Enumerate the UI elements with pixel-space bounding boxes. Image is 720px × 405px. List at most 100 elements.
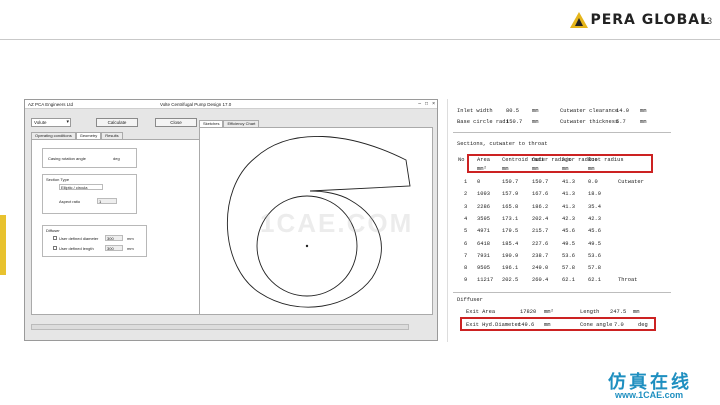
geometry-panel: Casing rotation angle deg Section Type E… [31,139,216,315]
aspect-ratio-input[interactable]: 1 [97,198,117,204]
table-cell: 41.3 [562,191,575,198]
table-cell: 227.6 [532,240,549,247]
exit-area-value: 17820 [520,309,537,315]
tab-geometry[interactable]: Geometry [75,132,102,139]
table-cell: 8 [464,265,468,272]
length-checkbox[interactable] [53,246,57,250]
diffuser-divider [453,292,671,293]
exit-highlight-box [460,317,656,331]
diffuser-title: Diffuser [457,297,483,303]
table-cell: 260.4 [532,277,549,284]
table-cell: 49.5 [588,240,601,247]
table-cell: Throat [618,277,638,284]
table-cell: 0.0 [588,179,598,185]
window-titlebar: AZ PCA Engineers Ltd Volte Centrifugal P… [25,100,437,109]
diameter-input[interactable]: 300 [105,235,123,241]
length-result-value: 247.5 [610,309,627,315]
cutwater-thickness-label: Cutwater thickness [560,119,619,125]
table-cell: 18.9 [588,191,601,198]
tab-results[interactable]: Results [101,132,123,139]
section-type-select[interactable]: Elliptic / circula [59,184,103,190]
maximize-icon[interactable]: □ [425,101,428,107]
cutwater-thickness-unit: mm [640,119,647,125]
table-cell: 238.7 [532,252,549,259]
table-cell: 202.4 [532,215,549,222]
diffuser-group: Diffuser User defined diameter 300 mm Us… [42,225,147,257]
calculate-button[interactable]: Calculate [96,118,138,127]
table-cell: 165.8 [502,203,519,210]
header-divider [0,39,720,40]
watermark-text: 1CAE.COM [260,208,414,238]
footer-url: www.1CAE.com [615,390,684,400]
table-cell: 167.6 [532,191,549,198]
table-cell: 7931 [477,252,490,259]
table-cell: 6418 [477,240,490,247]
cutwater-clearance-unit: mm [640,108,647,114]
table-cell: 49.5 [562,240,575,247]
cutwater-clearance-label: Cutwater clearance [560,108,619,114]
table-cell: 150.7 [532,179,549,185]
base-circle-unit: mm [532,119,539,125]
table-cell: 6 [464,240,468,247]
table-cell: 41.3 [562,203,575,210]
cutwater-angle-unit: deg [113,156,120,161]
table-cell: 41.3 [562,179,575,185]
length-input[interactable]: 300 [105,245,123,251]
table-cell: 3 [464,203,468,210]
diameter-checkbox[interactable] [53,236,57,240]
base-circle-value: 150.7 [506,119,523,125]
length-label: User defined length [59,246,94,251]
table-cell: 45.6 [588,228,601,235]
table-header-cell: No [458,157,465,163]
app-window: AZ PCA Engineers Ltd Volte Centrifugal P… [24,99,438,341]
table-cell: 3595 [477,215,490,222]
module-dropdown[interactable]: Volute [31,118,71,127]
table-cell: 53.6 [588,252,601,259]
cutwater-thickness-value: 5.7 [616,119,626,125]
table-cell: 179.5 [502,228,519,235]
tab-sketches[interactable]: Sketches [199,120,224,127]
table-cell: 9505 [477,265,490,272]
inlet-width-value: 80.5 [506,108,519,114]
diameter-unit: mm [127,236,134,241]
close-button[interactable]: Close [155,118,197,127]
sections-title: Sections, cutwater to throat [457,141,548,147]
table-cell: Cutwater [618,179,644,185]
toolbar: Volute Calculate Close [31,118,197,127]
table-cell: 1 [464,179,468,185]
app-name: AZ PCA Engineers Ltd [28,101,74,107]
table-cell: 62.1 [562,277,575,284]
diameter-label: User defined diameter [59,236,99,241]
table-cell: 57.8 [588,265,601,272]
table-cell: 190.9 [502,252,519,259]
accent-bar [0,215,6,275]
table-cell: 2286 [477,203,490,210]
window-title: Volte Centrifugal Pump Design 17.0 [160,101,232,107]
center-point [305,244,309,248]
table-cell: 249.0 [532,265,549,272]
cutwater-clearance-value: 14.0 [616,108,629,114]
table-cell: 186.2 [532,203,549,210]
minimize-icon[interactable]: – [418,101,421,107]
table-cell: 4971 [477,228,490,235]
table-cell: 9 [464,277,468,284]
pera-global-logo: PERA GLOBAL [570,12,710,28]
cutwater-group: Casing rotation angle deg [42,148,137,168]
table-cell: 157.9 [502,191,519,198]
tab-operating-conditions[interactable]: Operating conditions [31,132,76,139]
table-cell: 185.4 [502,240,519,247]
close-icon[interactable]: × [432,101,435,107]
length-result-label: Length [580,309,600,315]
results-panel: Inlet width 80.5 mm Cutwater clearance 1… [447,99,673,342]
right-tab-bar: Sketches Efficiency Chart [199,120,260,127]
table-cell: 42.3 [562,215,575,222]
length-unit: mm [127,246,134,251]
inlet-width-unit: mm [532,108,539,114]
table-cell: 11217 [477,277,494,284]
exit-area-label: Exit Area [466,309,496,315]
table-cell: 5 [464,228,468,235]
table-cell: 2 [464,191,468,198]
table-cell: 150.7 [502,179,519,185]
tab-efficiency-chart[interactable]: Efficiency Chart [223,120,260,127]
base-circle-label: Base circle radi [457,119,509,125]
